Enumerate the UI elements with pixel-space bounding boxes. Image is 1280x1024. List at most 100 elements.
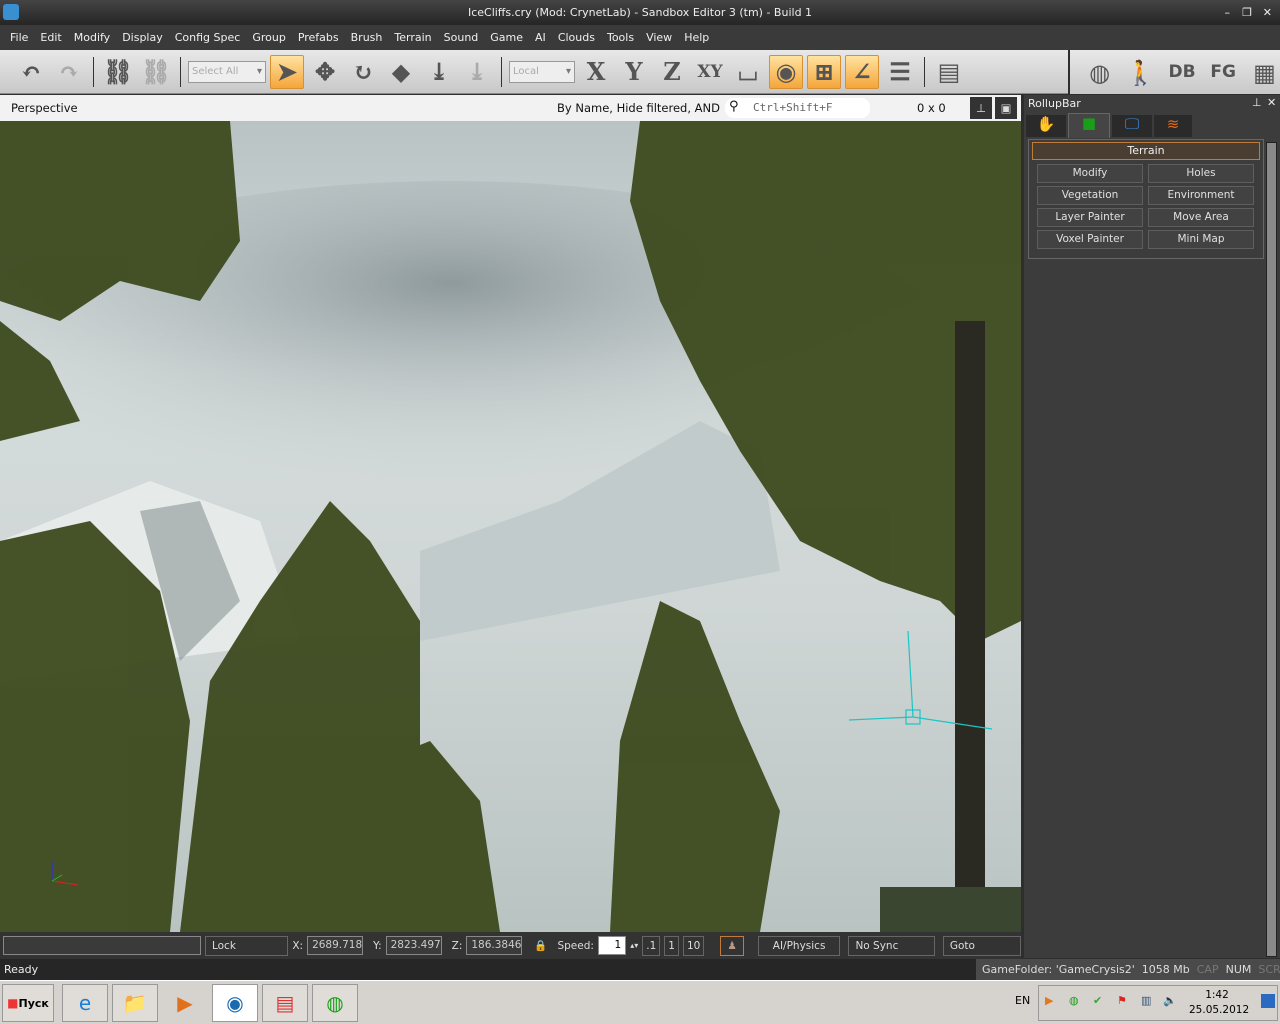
lock-icon[interactable]: 🔒	[534, 939, 547, 952]
move-icon[interactable]: ✥	[308, 55, 342, 89]
selection-mask-combo[interactable]: Select All	[188, 60, 266, 83]
object-snap-icon[interactable]: ◉	[769, 54, 803, 89]
link-icon[interactable]: ⛓	[101, 55, 135, 89]
terrain-snap-icon[interactable]: ⌴	[731, 55, 765, 89]
physics-ball-icon[interactable]: ◍	[1084, 55, 1115, 89]
redo-icon[interactable]: ↷	[52, 55, 86, 89]
speed-preset-1[interactable]: 1	[664, 935, 679, 956]
coordinate-system-combo[interactable]: Local	[509, 60, 575, 83]
menu-prefabs[interactable]: Prefabs	[292, 31, 345, 44]
align-icon[interactable]: ☰	[883, 55, 917, 89]
vegetation-button[interactable]: Vegetation	[1037, 186, 1143, 205]
menu-sound[interactable]: Sound	[438, 31, 485, 44]
y-coordinate-field[interactable]: 2823.497	[385, 936, 442, 955]
holes-button[interactable]: Holes	[1148, 164, 1254, 183]
no-sync-player-button[interactable]: No Sync Player	[848, 935, 935, 970]
x-coordinate-field[interactable]: 2689.718	[307, 936, 364, 955]
menu-edit[interactable]: Edit	[34, 31, 67, 44]
network-app-icon[interactable]: ◍	[312, 984, 358, 1022]
sandbox-editor-icon[interactable]: ◉	[212, 984, 258, 1022]
menu-clouds[interactable]: Clouds	[552, 31, 601, 44]
menu-display[interactable]: Display	[116, 31, 169, 44]
axis-x-button[interactable]: X	[579, 55, 613, 89]
viewport-name[interactable]: Perspective	[11, 101, 78, 115]
tab-terrain-icon[interactable]: ■	[1068, 113, 1110, 138]
tab-display-icon[interactable]: 🖵	[1112, 115, 1152, 137]
scale-icon[interactable]: ◆	[384, 55, 418, 89]
mini-map-button[interactable]: Mini Map	[1148, 230, 1254, 249]
menu-terrain[interactable]: Terrain	[388, 31, 437, 44]
axis-z-button[interactable]: Z	[655, 55, 689, 89]
grid-snap-icon[interactable]: ⊞	[807, 54, 841, 89]
layer-list-icon[interactable]: ▤	[932, 55, 966, 89]
layer-painter-button[interactable]: Layer Painter	[1037, 208, 1143, 227]
environment-button[interactable]: Environment	[1148, 186, 1254, 205]
3d-viewport[interactable]	[0, 121, 1021, 932]
network-tray-icon[interactable]: ◍	[1069, 994, 1079, 1007]
speed-preset-10[interactable]: 10	[682, 935, 705, 956]
show-desktop-icon[interactable]	[1261, 994, 1275, 1008]
angle-snap-icon[interactable]: ∠	[845, 54, 879, 89]
maximize-viewport-icon[interactable]: ▣	[995, 97, 1017, 119]
close-panel-icon[interactable]: ✕	[1267, 96, 1276, 109]
menu-tools[interactable]: Tools	[601, 31, 640, 44]
search-input[interactable]: ⚲ Ctrl+Shift+F	[725, 98, 870, 118]
modify-button[interactable]: Modify	[1037, 164, 1143, 183]
media-player-icon[interactable]: ▶	[162, 984, 208, 1022]
volume-icon[interactable]: 🔈	[1163, 994, 1177, 1007]
unlink-icon[interactable]: ⛓	[139, 55, 173, 89]
clock-time[interactable]: 1:42	[1192, 989, 1242, 1001]
network-status-icon[interactable]: ▥	[1141, 994, 1151, 1007]
speed-field[interactable]: 1	[597, 936, 627, 955]
rollup-scrollbar[interactable]	[1266, 142, 1277, 957]
flowgraph-button[interactable]: FG	[1208, 55, 1239, 89]
menu-ai[interactable]: AI	[529, 31, 552, 44]
start-button[interactable]: ■ Пуск	[2, 984, 54, 1022]
maximize-button[interactable]: ❐	[1242, 0, 1252, 25]
ai-physics-button[interactable]: AI/Physics	[757, 935, 841, 956]
menu-brush[interactable]: Brush	[345, 31, 389, 44]
menu-help[interactable]: Help	[678, 31, 715, 44]
language-indicator[interactable]: EN	[1015, 994, 1030, 1007]
pin-icon[interactable]: ⊥	[1252, 96, 1262, 109]
save-app-icon[interactable]: ▤	[262, 984, 308, 1022]
rotate-icon[interactable]: ↻	[346, 55, 380, 89]
select-terrain-icon[interactable]: ⤓	[422, 55, 456, 89]
voxel-painter-button[interactable]: Voxel Painter	[1037, 230, 1143, 249]
character-icon[interactable]: 🚶	[1125, 55, 1156, 89]
axis-y-button[interactable]: Y	[617, 55, 651, 89]
tab-objects-icon[interactable]: ✋	[1026, 115, 1066, 137]
snap-to-object-icon[interactable]: ⤓	[460, 55, 494, 89]
menu-config-spec[interactable]: Config Spec	[169, 31, 247, 44]
action-center-icon[interactable]: ⚑	[1117, 994, 1127, 1007]
minimize-button[interactable]: –	[1225, 0, 1231, 25]
select-arrow-icon[interactable]: ➤	[270, 54, 304, 89]
terrain-section-header[interactable]: Terrain	[1032, 142, 1260, 160]
goto-position-button[interactable]: Goto position	[942, 935, 1022, 970]
axis-xy-button[interactable]: XY	[693, 55, 727, 89]
undo-icon[interactable]: ↶	[14, 55, 48, 89]
z-coordinate-field[interactable]: 186.3846	[466, 936, 523, 955]
menu-modify[interactable]: Modify	[68, 31, 116, 44]
speed-preset-0.1[interactable]: .1	[642, 935, 661, 956]
tab-layers-icon[interactable]: ≋	[1154, 115, 1192, 137]
app-icon[interactable]	[3, 4, 19, 20]
clock-date[interactable]: 25.05.2012	[1189, 1004, 1249, 1016]
grid-apps-icon[interactable]: ▦	[1249, 55, 1280, 89]
database-button[interactable]: DB	[1166, 55, 1197, 89]
move-area-button[interactable]: Move Area	[1148, 208, 1254, 227]
menu-view[interactable]: View	[640, 31, 678, 44]
axis-helper-icon[interactable]: ⊥	[970, 97, 992, 119]
menu-group[interactable]: Group	[246, 31, 292, 44]
media-tray-icon[interactable]: ▶	[1045, 994, 1053, 1007]
usb-tray-icon[interactable]: ✔	[1093, 994, 1102, 1007]
menu-game[interactable]: Game	[484, 31, 529, 44]
close-button[interactable]: ✕	[1263, 0, 1272, 25]
internet-explorer-icon[interactable]: e	[62, 984, 108, 1022]
lock-selection-button[interactable]: Lock Selection	[204, 935, 289, 970]
speed-spinner[interactable]: ▴▾	[630, 941, 638, 950]
menu-file[interactable]: File	[4, 31, 34, 44]
explorer-icon[interactable]: 📁	[112, 984, 158, 1022]
game-mode-icon[interactable]: ♟	[720, 935, 744, 956]
command-input[interactable]	[3, 936, 201, 955]
